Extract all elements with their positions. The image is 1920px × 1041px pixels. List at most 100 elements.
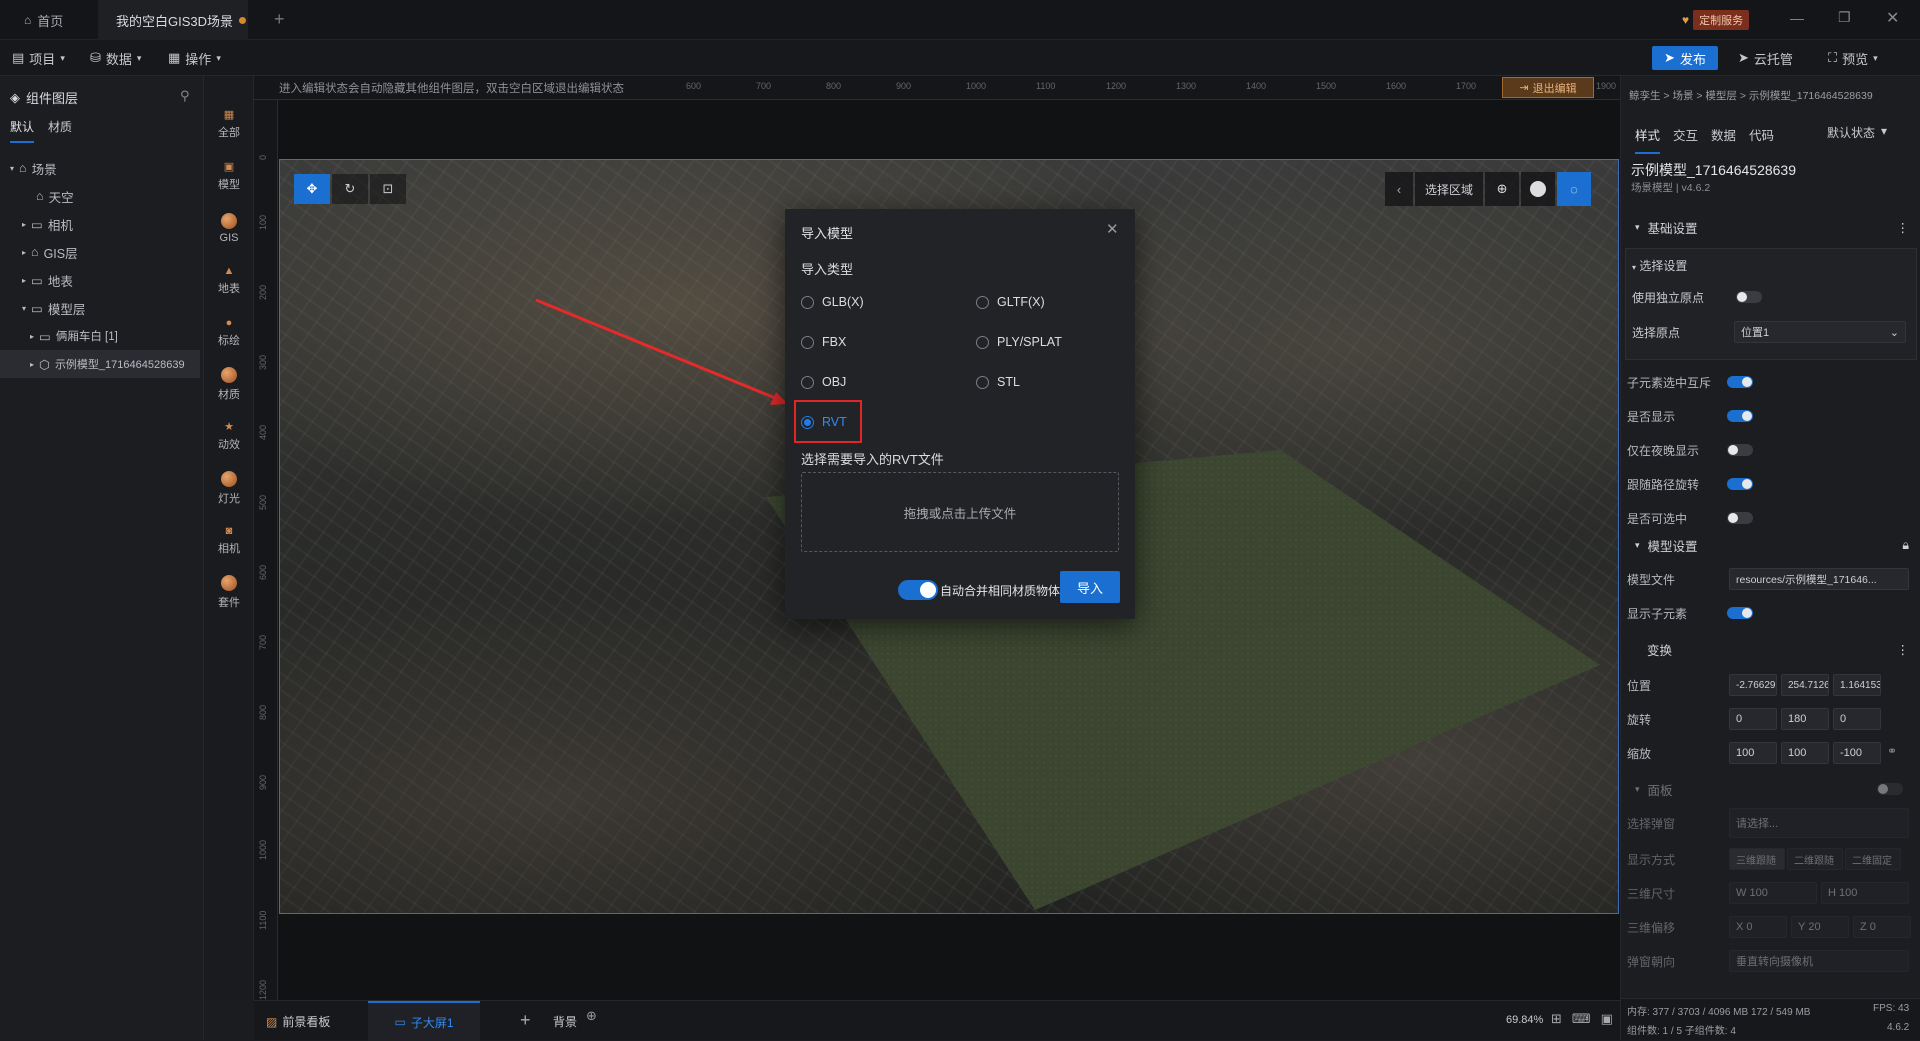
state-select[interactable]: 默认状态 ▾	[1827, 124, 1887, 141]
iconbar-all[interactable]: ▦ 全部	[204, 98, 254, 150]
select-region-button[interactable]: 选择区域	[1415, 172, 1484, 206]
terminal-icon[interactable]: ▣	[1601, 1011, 1613, 1027]
tab-interaction[interactable]: 交互	[1673, 125, 1698, 154]
menu-data[interactable]: ⛁ 数据 ▾	[90, 40, 141, 76]
rotation-x-input[interactable]: 0	[1729, 708, 1777, 730]
option-ply[interactable]: PLY/SPLAT	[976, 335, 1062, 349]
facing-select[interactable]: 垂直转向摄像机	[1729, 950, 1909, 972]
exit-edit-button[interactable]: ⇥ 退出编辑	[1502, 77, 1594, 98]
lock-icon[interactable]: 🔒︎	[1902, 538, 1909, 553]
solid-view-icon[interactable]	[1521, 172, 1556, 206]
select-settings-header[interactable]: ▾ 选择设置	[1632, 257, 1687, 274]
mode-2d-follow[interactable]: 二维跟随	[1787, 848, 1843, 870]
filter-icon[interactable]: ⚲	[180, 88, 190, 104]
tab-scene[interactable]: 我的空白GIS3D场景	[98, 0, 248, 40]
child-exclusive-toggle[interactable]	[1727, 376, 1753, 388]
use-origin-toggle[interactable]	[1736, 291, 1762, 303]
option-obj[interactable]: OBJ	[801, 375, 846, 389]
iconbar-kit[interactable]: 套件	[204, 566, 254, 618]
minimize-icon[interactable]: —	[1790, 10, 1804, 26]
restore-icon[interactable]: ❐	[1838, 9, 1851, 26]
offset-z-input[interactable]: Z 0	[1853, 916, 1911, 938]
preview-button[interactable]: ⛶ 预览 ▾	[1828, 40, 1878, 76]
section-panel[interactable]: ▾ 面板	[1621, 774, 1920, 804]
add-screen-icon[interactable]: +	[520, 1010, 531, 1031]
visible-toggle[interactable]	[1727, 410, 1753, 422]
keyboard-icon[interactable]: ⌨	[1572, 1011, 1591, 1027]
rotation-z-input[interactable]: 0	[1833, 708, 1881, 730]
link-icon[interactable]: ⚭	[1887, 744, 1897, 758]
tab-home[interactable]: ⌂ 首页	[14, 0, 94, 40]
panel-toggle[interactable]	[1877, 783, 1903, 795]
upload-dropzone[interactable]: 拖拽或点击上传文件	[801, 472, 1119, 552]
offset-y-input[interactable]: Y 20	[1791, 916, 1849, 938]
import-button[interactable]: 导入	[1060, 571, 1120, 603]
zoom-level[interactable]: 69.84%	[1506, 1014, 1543, 1026]
position-z-input[interactable]: 1.16415321	[1833, 674, 1881, 696]
section-basic[interactable]: ▾ 基础设置 ⋮	[1621, 212, 1920, 242]
show-children-toggle[interactable]	[1727, 607, 1753, 619]
orbit-view-icon[interactable]: ◌	[1557, 172, 1592, 206]
scale-x-input[interactable]: 100	[1729, 742, 1777, 764]
panel-select[interactable]: 请选择...	[1729, 808, 1909, 838]
tree-item-sample-model[interactable]: ▸ ⬡ 示例模型_1716464528639	[0, 350, 200, 378]
origin-select[interactable]: 位置1 ⌄	[1734, 321, 1906, 343]
tab-sub-screen[interactable]: ▭ 子大屏1	[368, 1001, 480, 1041]
scale-z-input[interactable]: -100	[1833, 742, 1881, 764]
iconbar-camera[interactable]: ◙ 相机	[204, 514, 254, 566]
tree-item-sky[interactable]: ⌂ 天空	[0, 182, 200, 210]
iconbar-gis[interactable]: GIS	[204, 202, 254, 254]
tree-item-terrain[interactable]: ▸ ▭ 地表	[0, 266, 200, 294]
iconbar-light[interactable]: 灯光	[204, 462, 254, 514]
offset-x-input[interactable]: X 0	[1729, 916, 1787, 938]
iconbar-effect[interactable]: ★ 动效	[204, 410, 254, 462]
tree-item-scene[interactable]: ▾ ⌂ 场景	[0, 154, 200, 182]
iconbar-marker[interactable]: ● 标绘	[204, 306, 254, 358]
add-background-icon[interactable]: ⊕	[586, 1008, 597, 1024]
section-model[interactable]: ▾ 模型设置 🔒︎	[1621, 530, 1920, 560]
size-h-input[interactable]: H 100	[1821, 882, 1909, 904]
mode-2d-fixed[interactable]: 二维固定	[1845, 848, 1901, 870]
option-glb[interactable]: GLB(X)	[801, 295, 864, 309]
move-tool-icon[interactable]: ✥	[294, 174, 330, 204]
rotation-y-input[interactable]: 180	[1781, 708, 1829, 730]
position-y-input[interactable]: 254.71267	[1781, 674, 1829, 696]
tree-item-model-layer[interactable]: ▾ ▭ 模型层	[0, 294, 200, 322]
merge-toggle[interactable]	[898, 580, 938, 600]
close-icon[interactable]: ✕	[1106, 220, 1119, 238]
tab-background[interactable]: 背景	[553, 1013, 577, 1030]
tab-code[interactable]: 代码	[1749, 125, 1774, 154]
menu-operate[interactable]: ▦ 操作 ▾	[168, 40, 221, 76]
option-rvt[interactable]: RVT	[801, 415, 847, 429]
globe-icon[interactable]: ⊕	[1485, 172, 1520, 206]
selectable-toggle[interactable]	[1727, 512, 1753, 524]
follow-path-toggle[interactable]	[1727, 478, 1753, 490]
tab-default[interactable]: 默认	[10, 118, 35, 143]
option-fbx[interactable]: FBX	[801, 335, 846, 349]
tree-item-gis[interactable]: ▸ ⌂ GIS层	[0, 238, 200, 266]
night-only-toggle[interactable]	[1727, 444, 1753, 456]
model-file-select[interactable]: resources/示例模型_171646...	[1729, 568, 1909, 590]
more-icon[interactable]: ⋮	[1897, 220, 1910, 235]
tree-item-car[interactable]: ▸ ▭ 俩厢车白 [1]	[0, 322, 200, 350]
publish-button[interactable]: ➤ 发布	[1652, 46, 1718, 70]
position-x-input[interactable]: -2.766297.	[1729, 674, 1777, 696]
size-w-input[interactable]: W 100	[1729, 882, 1817, 904]
fit-screen-icon[interactable]: ⊞	[1551, 1011, 1562, 1027]
tab-material[interactable]: 材质	[48, 118, 72, 143]
iconbar-model[interactable]: ▣ 模型	[204, 150, 254, 202]
menu-project[interactable]: ▤ 项目 ▾	[12, 40, 65, 76]
cloud-button[interactable]: ➤ 云托管	[1738, 40, 1793, 76]
scale-y-input[interactable]: 100	[1781, 742, 1829, 764]
tab-style[interactable]: 样式	[1635, 125, 1661, 154]
add-tab-icon[interactable]: +	[274, 9, 285, 30]
rotate-tool-icon[interactable]: ↻	[332, 174, 368, 204]
tab-data[interactable]: 数据	[1711, 125, 1736, 154]
chevron-left-icon[interactable]: ‹	[1385, 172, 1413, 206]
option-stl[interactable]: STL	[976, 375, 1020, 389]
iconbar-material[interactable]: 材质	[204, 358, 254, 410]
tab-foreground[interactable]: ▨ 前景看板	[266, 1013, 330, 1030]
scale-tool-icon[interactable]: ⊡	[370, 174, 406, 204]
mode-3d-follow[interactable]: 三维跟随	[1729, 848, 1785, 870]
more-icon[interactable]: ⋮	[1897, 642, 1910, 657]
